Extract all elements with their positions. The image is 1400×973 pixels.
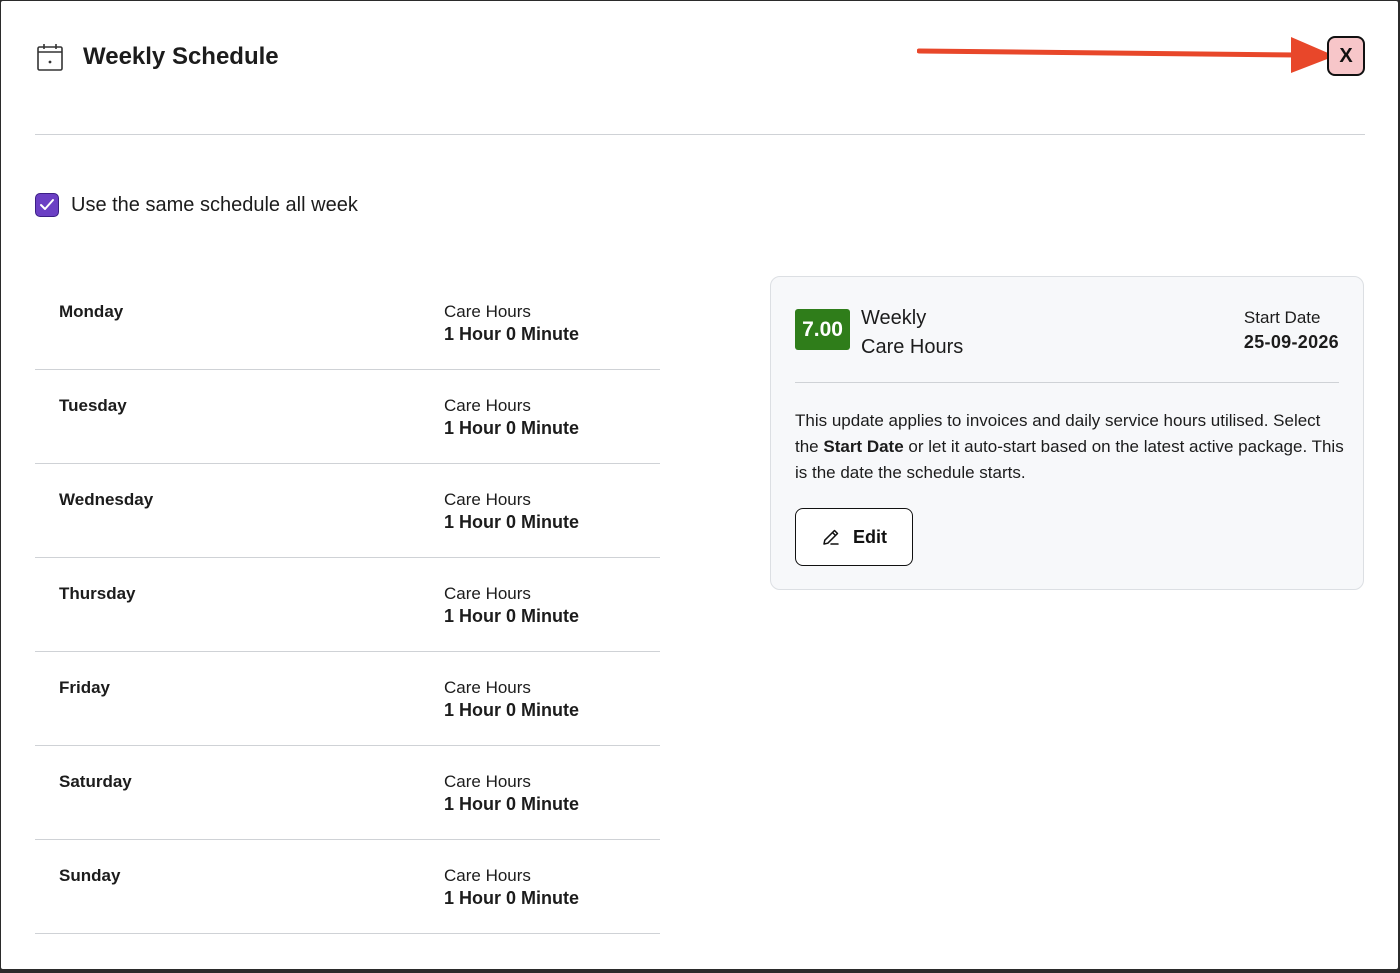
day-row-sunday: Sunday Care Hours 1 Hour 0 Minute <box>35 840 660 934</box>
weekly-label-line2: Care Hours <box>861 336 964 358</box>
care-hours-label: Care Hours <box>444 396 531 415</box>
same-schedule-option[interactable]: Use the same schedule all week <box>35 193 358 217</box>
close-button[interactable]: X <box>1327 36 1365 76</box>
day-name: Wednesday <box>59 490 154 509</box>
care-hours-label: Care Hours <box>444 490 531 509</box>
schedule-description: This update applies to invoices and dail… <box>795 408 1345 486</box>
care-hours-label: Care Hours <box>444 866 531 885</box>
start-date-block: Start Date 25-09-2026 <box>1244 308 1339 353</box>
weekly-care-hours-label: Weekly Care Hours <box>861 304 963 362</box>
weekly-label-line1: Weekly <box>861 307 927 329</box>
calendar-icon <box>35 41 65 73</box>
pencil-icon <box>823 529 839 545</box>
care-hours-value: 1 Hour 0 Minute <box>444 512 580 532</box>
care-hours-value: 1 Hour 0 Minute <box>444 794 580 814</box>
day-row-tuesday: Tuesday Care Hours 1 Hour 0 Minute <box>35 370 660 464</box>
weekly-schedule-modal: Weekly Schedule X Use the same schedule … <box>1 1 1398 969</box>
day-name: Tuesday <box>59 396 127 415</box>
day-row-monday: Monday Care Hours 1 Hour 0 Minute <box>35 276 660 370</box>
desc-text-bold: Start Date <box>823 437 904 456</box>
care-hours-label: Care Hours <box>444 772 531 791</box>
day-row-wednesday: Wednesday Care Hours 1 Hour 0 Minute <box>35 464 660 558</box>
day-name: Thursday <box>59 584 136 603</box>
start-date-label: Start Date <box>1243 308 1321 327</box>
weekly-hours-badge: 7.00 <box>795 309 850 350</box>
same-schedule-checkbox[interactable] <box>35 193 59 217</box>
care-hours-label: Care Hours <box>444 302 531 321</box>
check-icon <box>40 199 54 210</box>
header-divider <box>35 134 1365 135</box>
care-hours-value: 1 Hour 0 Minute <box>444 606 580 626</box>
care-hours-value: 1 Hour 0 Minute <box>444 324 580 344</box>
care-hours-label: Care Hours <box>444 584 531 603</box>
edit-button-label: Edit <box>853 526 887 547</box>
edit-button[interactable]: Edit <box>795 508 913 566</box>
care-hours-label: Care Hours <box>444 678 531 697</box>
day-name: Friday <box>59 678 111 697</box>
day-row-thursday: Thursday Care Hours 1 Hour 0 Minute <box>35 558 660 652</box>
day-row-saturday: Saturday Care Hours 1 Hour 0 Minute <box>35 746 660 840</box>
care-hours-value: 1 Hour 0 Minute <box>444 418 580 438</box>
day-name: Monday <box>59 302 124 321</box>
day-list: Monday Care Hours 1 Hour 0 Minute Tuesda… <box>35 276 660 934</box>
care-hours-value: 1 Hour 0 Minute <box>444 888 580 908</box>
same-schedule-label: Use the same schedule all week <box>71 193 358 216</box>
day-row-friday: Friday Care Hours 1 Hour 0 Minute <box>35 652 660 746</box>
care-hours-value: 1 Hour 0 Minute <box>444 700 580 720</box>
day-name: Sunday <box>59 866 121 885</box>
day-name: Saturday <box>59 772 132 791</box>
card-divider <box>795 382 1339 383</box>
page-title: Weekly Schedule <box>83 43 279 70</box>
arrow-annotation-icon <box>917 37 1335 73</box>
weekly-summary-card: 7.00 Weekly Care Hours Start Date 25-09-… <box>770 276 1364 590</box>
start-date-value: 25-09-2026 <box>1243 332 1339 352</box>
